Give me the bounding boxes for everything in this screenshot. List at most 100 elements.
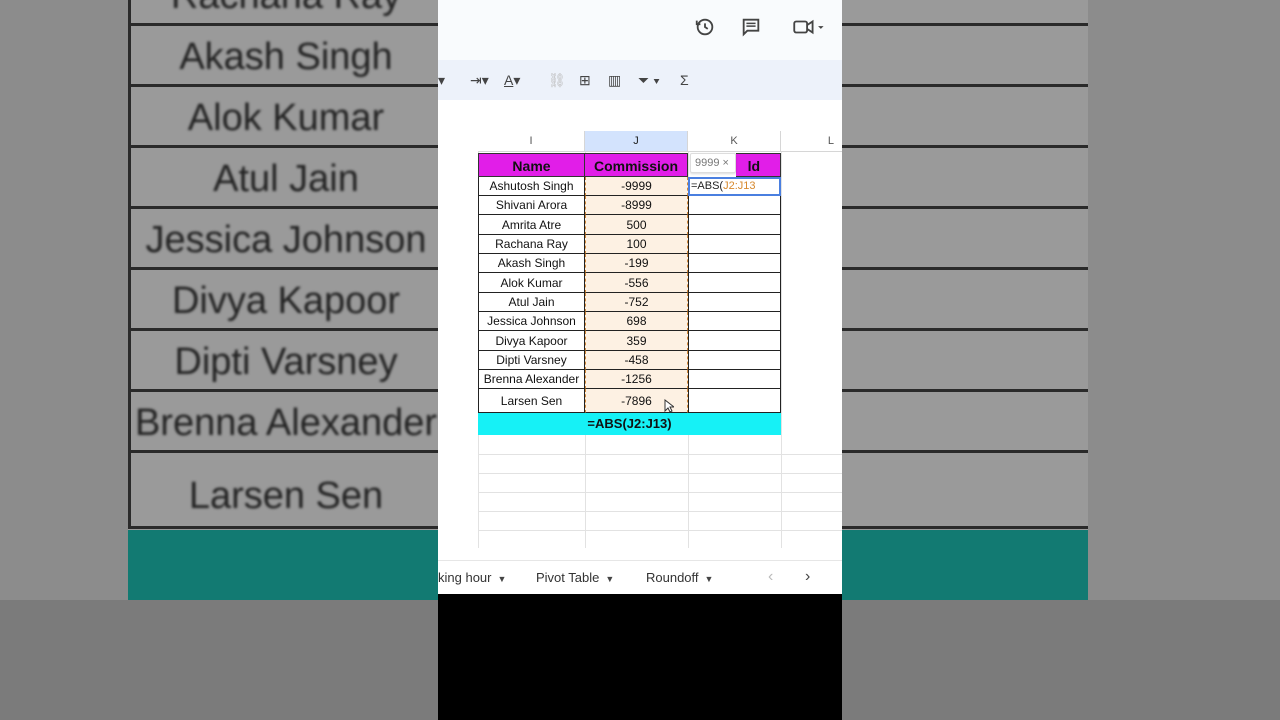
wrap-dropdown-icon[interactable]: ▾	[438, 68, 445, 92]
text-color-icon[interactable]: A▾	[504, 68, 520, 92]
k-cell[interactable]	[688, 215, 781, 235]
name-cell[interactable]: Jessica Johnson	[478, 312, 585, 331]
functions-icon[interactable]: Σ	[680, 68, 689, 92]
grid-line	[478, 511, 842, 512]
table-row: Rachana Ray 100	[478, 235, 781, 254]
table-row: Larsen Sen -7896	[478, 389, 781, 413]
table-row: Alok Kumar -556	[478, 273, 781, 293]
name-cell[interactable]: Brenna Alexander	[478, 370, 585, 389]
bg-row-text: Rachana Ray	[131, 0, 441, 18]
k-cell[interactable]	[688, 254, 781, 273]
table-row: Shivani Arora -8999	[478, 196, 781, 215]
commission-cell[interactable]: -1256	[585, 370, 688, 389]
formula-banner: =ABS(J2:J13)	[478, 413, 781, 435]
tab-label: Roundoff	[646, 570, 699, 585]
tab-roundoff[interactable]: Roundoff ▼	[646, 570, 713, 585]
name-cell[interactable]: Divya Kapoor	[478, 331, 585, 351]
tab-working-hour[interactable]: king hour ▼	[438, 570, 506, 585]
k-cell[interactable]	[688, 312, 781, 331]
name-cell[interactable]: Shivani Arora	[478, 196, 585, 215]
bg-row-text: Alok Kumar	[187, 97, 385, 139]
header-k-text: ld	[747, 158, 761, 174]
table-row: Jessica Johnson 698	[478, 312, 781, 331]
commission-cell[interactable]: -199	[585, 254, 688, 273]
comment-icon[interactable]	[739, 16, 763, 40]
chevron-down-icon: ▼	[497, 574, 507, 584]
commission-cell[interactable]: 359	[585, 331, 688, 351]
mouse-cursor-icon	[664, 398, 676, 416]
link-icon[interactable]: ⛓	[548, 68, 566, 92]
chevron-down-icon: ▼	[605, 574, 615, 584]
chart-icon[interactable]: ▥	[608, 68, 621, 92]
commission-cell[interactable]: 698	[585, 312, 688, 331]
bg-row-text: Jessica Johnson	[145, 219, 427, 261]
chevron-down-icon: ▼	[704, 574, 714, 584]
grid-line	[478, 454, 842, 455]
top-bar	[438, 0, 842, 60]
table-row: Amrita Atre 500	[478, 215, 781, 235]
filter-icon[interactable]: ⏷ ▾	[638, 68, 660, 92]
rotate-text-icon[interactable]: ⇥▾	[470, 68, 489, 92]
formula-gap	[438, 100, 842, 131]
add-comment-icon[interactable]: ⊞	[579, 68, 591, 92]
table-row: Akash Singh -199	[478, 254, 781, 273]
bg-row-text: Atul Jain	[213, 158, 359, 200]
commission-cell[interactable]: -9999	[585, 177, 688, 196]
column-header-i[interactable]: I	[478, 131, 585, 152]
bg-row-text: Akash Singh	[179, 36, 393, 78]
formula-preview-hint: 9999 ×	[690, 153, 736, 173]
column-header-j[interactable]: J	[585, 131, 688, 152]
commission-cell[interactable]: -752	[585, 293, 688, 312]
commission-cell[interactable]: -458	[585, 351, 688, 370]
table-row: Dipti Varsney -458	[478, 351, 781, 370]
k-cell[interactable]	[688, 370, 781, 389]
grid-line	[478, 492, 842, 493]
table-row: Brenna Alexander -1256	[478, 370, 781, 389]
tab-pivot-table[interactable]: Pivot Table ▼	[536, 570, 614, 585]
header-commission[interactable]: Commission	[585, 153, 688, 177]
commission-cell[interactable]: 500	[585, 215, 688, 235]
k-cell[interactable]	[688, 273, 781, 293]
chevron-right-icon[interactable]: ›	[805, 568, 810, 586]
commission-cell[interactable]: 100	[585, 235, 688, 254]
bg-row-text: Larsen Sen	[188, 475, 384, 517]
name-cell[interactable]: Rachana Ray	[478, 235, 585, 254]
phone-screen: ▾ ⇥▾ A▾ ⛓ ⊞ ▥ ⏷ ▾ Σ I J K L Name Commiss…	[438, 0, 842, 720]
grid-line	[478, 530, 842, 531]
name-cell[interactable]: Alok Kumar	[478, 273, 585, 293]
name-cell[interactable]: Ashutosh Singh	[478, 177, 585, 196]
k-cell[interactable]	[688, 196, 781, 215]
bg-row-text: Dipti Varsney	[174, 341, 398, 383]
commission-cell[interactable]: -556	[585, 273, 688, 293]
name-cell[interactable]: Dipti Varsney	[478, 351, 585, 370]
sheet-tabs-bar: king hour ▼ Pivot Table ▼ Roundoff ▼ ‹ ›	[438, 560, 842, 594]
tab-label: Pivot Table	[536, 570, 600, 585]
bg-row-text: Divya Kapoor	[171, 280, 401, 322]
column-header-l[interactable]: L	[781, 131, 842, 152]
bg-row-text: Brenna Alexander	[134, 402, 438, 444]
active-cell-editor[interactable]: =ABS(J2:J13	[688, 177, 781, 196]
chevron-left-icon[interactable]: ‹	[768, 568, 773, 586]
name-cell[interactable]: Amrita Atre	[478, 215, 585, 235]
header-k[interactable]: ld	[736, 153, 781, 177]
history-icon[interactable]	[693, 16, 717, 40]
formula-prefix: =ABS(	[691, 180, 724, 192]
name-cell[interactable]: Akash Singh	[478, 254, 585, 273]
header-name[interactable]: Name	[478, 153, 585, 177]
black-bottom	[438, 594, 842, 720]
column-header-k[interactable]: K	[688, 131, 781, 152]
k-cell[interactable]	[688, 351, 781, 370]
commission-cell[interactable]: -8999	[585, 196, 688, 215]
name-cell[interactable]: Larsen Sen	[478, 389, 585, 413]
k-cell[interactable]	[688, 293, 781, 312]
meet-icon[interactable]	[788, 16, 828, 40]
k-cell[interactable]	[688, 389, 781, 413]
table-row: Divya Kapoor 359	[478, 331, 781, 351]
tab-label: king hour	[438, 570, 492, 585]
name-cell[interactable]: Atul Jain	[478, 293, 585, 312]
k-cell[interactable]	[688, 235, 781, 254]
formula-range-ref: J2:J13	[723, 180, 756, 192]
table-row: Atul Jain -752	[478, 293, 781, 312]
k-cell[interactable]	[688, 331, 781, 351]
grid-line	[478, 473, 842, 474]
